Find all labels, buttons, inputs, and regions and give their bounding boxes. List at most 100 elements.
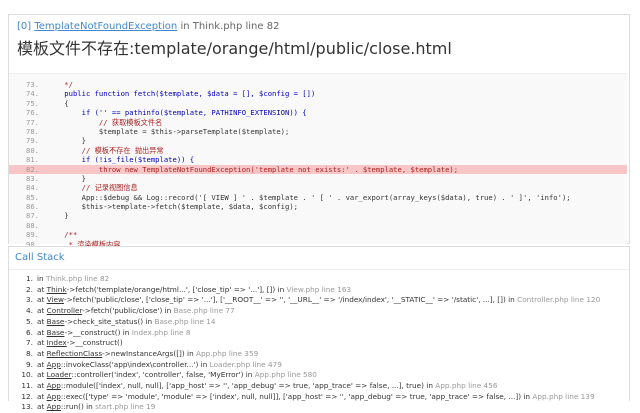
frame-number: 7.	[26, 338, 33, 348]
source-line: 80. // 模板不存在 抛出异常	[9, 146, 627, 155]
frame-number: 4.	[26, 306, 33, 316]
frame-number: 8.	[26, 348, 33, 358]
line-code: if (!is_file($template)) {	[47, 155, 195, 165]
frame-args: ) in	[117, 327, 132, 337]
line-code: throw new TemplateNotFoundException('tem…	[47, 164, 459, 174]
frame-method: ::controller(	[71, 370, 115, 380]
frame-class-link[interactable]: App	[47, 360, 61, 369]
line-code: // 模板不存在 抛出异常	[47, 145, 164, 155]
frame-method: ->check_site_status(	[64, 316, 141, 326]
frame-method: ->fetch(	[66, 284, 97, 294]
frame-class-link[interactable]: ReflectionClass	[47, 349, 103, 358]
exception-class-link[interactable]: TemplateNotFoundException	[34, 21, 177, 32]
frame-method: ::module(	[60, 381, 97, 391]
line-code: public function fetch($template, $data =…	[47, 89, 316, 99]
frame-class-link[interactable]: View	[47, 295, 64, 304]
frame-number: 2.	[26, 284, 33, 294]
frame-number: 9.	[26, 359, 33, 369]
source-line-highlighted: 82. throw new TemplateNotFoundException(…	[9, 164, 627, 174]
line-code: $this->template->fetch($template, $data,…	[47, 202, 298, 212]
frame-class-link[interactable]: App	[47, 392, 61, 401]
call-stack-frame: 4. at Controller->fetch('public/close') i…	[19, 306, 629, 317]
call-stack-frame: 9. at App::invokeClass('app\index\control…	[19, 360, 629, 371]
error-page: [0] TemplateNotFoundException in Think.p…	[0, 0, 640, 411]
exception-panel: [0] TemplateNotFoundException in Think.p…	[8, 14, 630, 258]
source-line: 73. */	[9, 80, 627, 89]
frame-method: ::exec(	[60, 391, 86, 401]
frame-number: 10.	[21, 370, 33, 380]
line-code: if ('' == pathinfo($template, PATHINFO_E…	[47, 108, 307, 118]
frame-method: ::run(	[60, 402, 81, 412]
line-code: }	[47, 211, 69, 221]
source-line: 79. }	[9, 136, 627, 145]
frame-number: 11.	[21, 381, 33, 391]
frame-prefix: at	[37, 402, 47, 412]
source-line: 85. App::$debug && Log::record('[ VIEW ]…	[9, 193, 627, 202]
frame-prefix: at	[37, 295, 47, 305]
frame-args: 'public/close') in	[112, 306, 174, 316]
call-stack-frame: 3. at View->fetch('public/close', ['close…	[19, 295, 629, 306]
frame-args: 'app\index\controller...') in	[111, 359, 210, 369]
line-number: 87.	[26, 211, 39, 221]
frame-prefix: at	[37, 306, 47, 316]
frame-class-link[interactable]: Index	[47, 338, 67, 347]
line-code: */	[47, 80, 73, 89]
call-stack-frame: 1. in Think.php line 82	[19, 274, 629, 285]
line-number: 73.	[26, 80, 39, 89]
frame-class-link[interactable]: Base	[47, 317, 65, 326]
frame-prefix: at	[37, 359, 47, 369]
line-code: // 获取模板文件名	[47, 117, 163, 127]
source-line: 75. {	[9, 99, 627, 108]
frame-class-link[interactable]: Loader	[47, 370, 72, 379]
call-stack-list: 1. in Think.php line 82 2. at Think->fetch(…	[9, 270, 629, 413]
frame-args: ['type' => 'module', 'module' => ['index…	[85, 391, 533, 401]
frame-number: 1.	[26, 274, 33, 283]
frame-args: 'template/orange/html...', ['close_tip' …	[96, 284, 287, 294]
line-number: 84.	[26, 183, 39, 193]
frame-prefix: at	[37, 391, 47, 401]
call-stack-frame: 12. at App::exec(['type' => 'module', 'mo…	[19, 392, 629, 403]
line-number: 82.	[26, 164, 39, 174]
frame-method: ->__construct(	[64, 327, 118, 337]
frame-location: Loader.php line 479	[209, 359, 282, 369]
frame-method: ->fetch(	[82, 306, 113, 316]
frame-class-link[interactable]: Think	[47, 285, 67, 294]
frame-class-link[interactable]: Base	[47, 328, 65, 337]
source-line: 77. // 获取模板文件名	[9, 118, 627, 127]
line-number: 74.	[26, 89, 39, 99]
frame-location: View.php line 163	[286, 284, 352, 294]
frame-prefix: at	[37, 284, 47, 294]
frame-location: Base.php line 77	[173, 306, 235, 316]
frame-method: ::invokeClass(	[60, 359, 112, 369]
exception-message: 模板文件不存在:template/orange/html/public/clos…	[17, 39, 452, 58]
frame-location: Think.php line 82	[45, 274, 110, 283]
call-stack-frame: 13. at App::run() in start.php line 19	[19, 402, 629, 413]
line-number: 88.	[26, 220, 39, 230]
frame-class-link[interactable]: App	[47, 381, 61, 390]
call-stack-frame: 10. at Loader::controller('index', 'contr…	[19, 370, 629, 381]
frame-class-link[interactable]: Controller	[47, 306, 82, 315]
source-line: 76. if ('' == pathinfo($template, PATHIN…	[9, 108, 627, 117]
line-number: 81.	[26, 155, 39, 165]
source-line: 83. }	[9, 174, 627, 183]
frame-args: ['index', null, null], ['app_host' => ''…	[96, 381, 436, 391]
line-number: 89.	[26, 230, 39, 240]
line-code: // 记录视图信息	[47, 183, 138, 193]
line-code: }	[47, 136, 86, 146]
frame-args: ) in	[140, 316, 155, 326]
frame-number: 12.	[21, 391, 33, 401]
frame-number: 5.	[26, 316, 33, 326]
source-line: 89. /**	[9, 230, 627, 239]
frame-number: 13.	[21, 402, 33, 412]
call-stack-frame: 5. at Base->check_site_status() in Base.p…	[19, 317, 629, 328]
exception-info: [0] TemplateNotFoundException in Think.p…	[9, 15, 629, 58]
frame-prefix: in	[37, 274, 46, 283]
frame-args: 'index', 'controller', false, 'MyError')…	[114, 370, 255, 380]
frame-location: App.php line 139	[532, 391, 595, 401]
line-code: }	[47, 173, 86, 183]
source-code-lines: 73. */74. public function fetch($templat…	[9, 74, 627, 258]
source-line: 86. $this->template->fetch($template, $d…	[9, 202, 627, 211]
frame-args: 'public/close', ['close_tip' => '...'], …	[94, 295, 518, 305]
frame-class-link[interactable]: App	[47, 402, 61, 411]
frame-number: 3.	[26, 295, 33, 305]
